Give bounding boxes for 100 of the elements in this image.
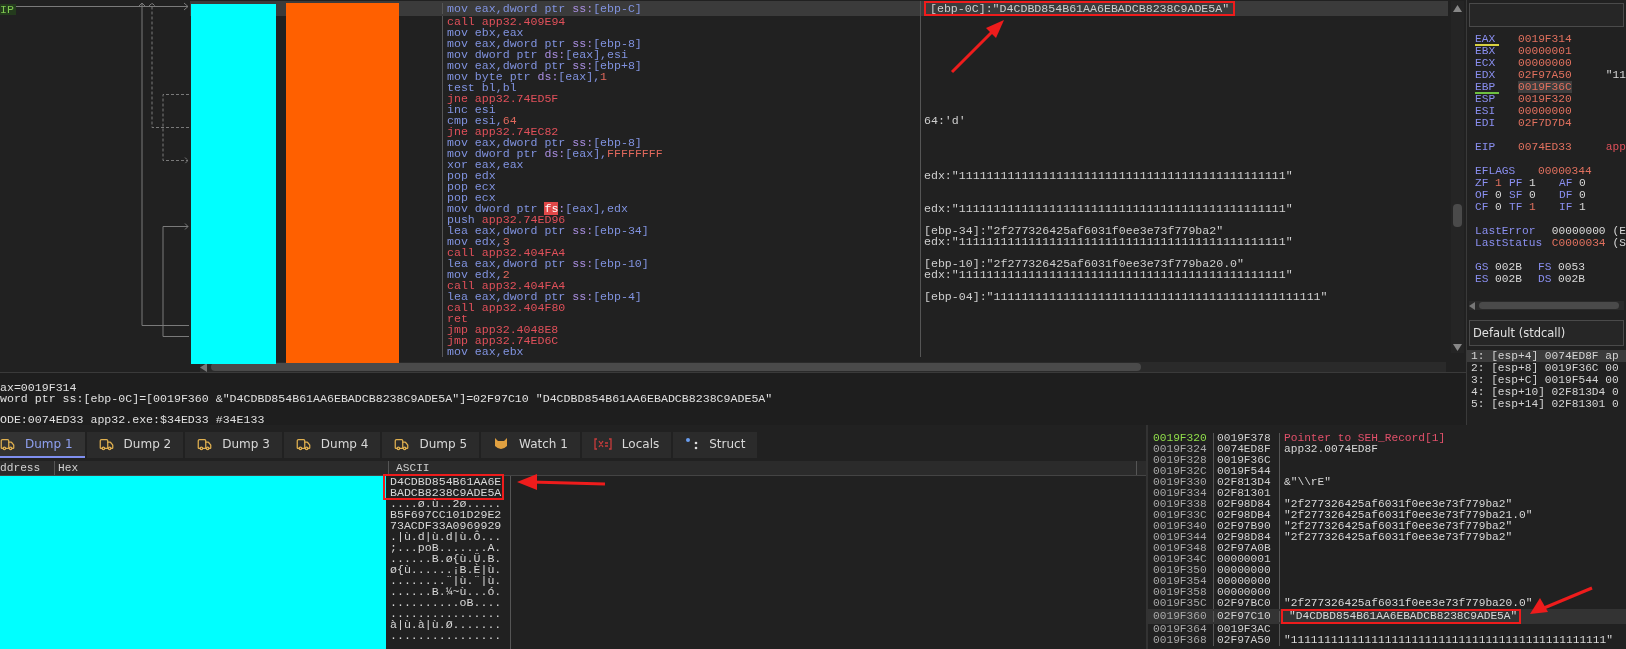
disassembly-row[interactable]: mov byte ptr ds:[eax],1 — [190, 71, 1448, 82]
stack-row[interactable]: 0019F32C 0019F544 — [1148, 466, 1626, 477]
disassembly-row[interactable]: mov edx,3 edx:"11111111111111111111111111111111111111111111111" — [190, 236, 1448, 247]
stack-row[interactable]: 0019F360 02F97C10 "D4CDBD854B61AA6EBADCB8238C9ADE5A" — [1148, 609, 1626, 624]
argument-row[interactable]: 4: [esp+10] 02F813D4 0 — [1467, 386, 1626, 398]
disassembly-row[interactable]: push app32.74ED96 — [190, 214, 1448, 225]
disassembly-row[interactable]: mov eax,dword ptr ss:[ebp-8] — [190, 137, 1448, 148]
dump-tab[interactable]: Dump 2 — [86, 432, 184, 458]
stack-row[interactable]: 0019F33C 02F98DB4 "2f277326425af6031f0ee3e73f779ba21.0" — [1148, 510, 1626, 521]
flag-value[interactable]: 1 — [1529, 201, 1536, 213]
stack-row[interactable]: 0019F338 02F98D84 "2f277326425af6031f0ee3e73f779ba2" — [1148, 499, 1626, 510]
scrollbar-thumb[interactable] — [211, 363, 1141, 371]
stack-row[interactable]: 0019F344 02F98D84 "2f277326425af6031f0ee3e73f779ba2" — [1148, 532, 1626, 543]
register-value[interactable]: 00000000 — [1518, 105, 1572, 117]
scroll-up-icon[interactable] — [1453, 5, 1462, 12]
argument-row[interactable]: 2: [esp+8] 0019F36C 00 — [1467, 362, 1626, 374]
flag-value[interactable]: 0 — [1495, 201, 1502, 213]
disassembly-row[interactable]: call app32.404F80 — [190, 302, 1448, 313]
dump-tab[interactable]: Dump 5 — [382, 432, 480, 458]
disassembly-row[interactable]: jmp app32.4048E8 — [190, 324, 1448, 335]
disassembly-row[interactable]: call app32.404FA4 — [190, 247, 1448, 258]
scrollbar-track[interactable] — [1469, 301, 1624, 310]
scrollbar-thumb[interactable] — [1479, 302, 1619, 309]
register-value[interactable]: 002B — [1495, 273, 1522, 285]
register-value[interactable]: C0000034 — [1551, 237, 1606, 249]
disassembly-row[interactable]: xor eax,eax — [190, 159, 1448, 170]
disassembly-row[interactable]: mov eax,ebx — [190, 346, 1448, 357]
stack-row[interactable]: 0019F348 02F97A0B — [1148, 543, 1626, 554]
disassembly-row[interactable]: call app32.404FA4 — [190, 280, 1448, 291]
disassembly-row[interactable]: jne app32.74EC82 — [190, 126, 1448, 137]
disassembly-row[interactable]: mov dword ptr fs:[eax],edx edx:"11111111111111111111111111111111111111111111111" — [190, 203, 1448, 214]
disassembly-row[interactable]: ret — [190, 313, 1448, 324]
dump-tab[interactable]: Dump 1 — [0, 432, 85, 458]
register-value[interactable]: 00000001 — [1518, 45, 1572, 57]
flag-value[interactable]: 0 — [1579, 189, 1586, 201]
column-header[interactable]: ddress — [0, 461, 55, 475]
argument-row[interactable]: 3: [esp+C] 0019F544 00 — [1467, 374, 1626, 386]
register-value[interactable]: 00000000 — [1551, 225, 1606, 237]
scrollbar-thumb[interactable] — [1453, 204, 1462, 227]
stack-row[interactable]: 0019F354 00000000 — [1148, 576, 1626, 587]
flag-value[interactable]: 1 — [1579, 201, 1586, 213]
column-header[interactable]: Hex — [55, 461, 389, 475]
disassembly-row[interactable]: lea eax,dword ptr ss:[ebp-4] [ebp-04]:"11111111111111111111111111111111111111111111111" — [190, 291, 1448, 302]
disassembly-row[interactable]: lea eax,dword ptr ss:[ebp-34] [ebp-34]:"2f277326425af6031f0ee3e73f779ba2" — [190, 225, 1448, 236]
stack-row[interactable]: 0019F364 0019F3AC — [1148, 624, 1626, 635]
instruction-text: mov edx,2 — [447, 268, 510, 281]
scroll-down-icon[interactable] — [1453, 344, 1462, 351]
register-value[interactable]: 02F7D7D4 — [1518, 117, 1572, 129]
register-value[interactable]: 00000000 — [1518, 57, 1572, 69]
stack-row[interactable]: 0019F358 00000000 — [1148, 587, 1626, 598]
flag-value[interactable]: 1 — [1529, 177, 1536, 189]
flag-value[interactable]: 0 — [1529, 189, 1536, 201]
calling-convention-header[interactable]: Default (stdcall) — [1469, 320, 1624, 346]
argument-row[interactable]: 1: [esp+4] 0074ED8F ap — [1467, 350, 1626, 362]
scroll-left-icon[interactable] — [200, 362, 207, 372]
stack-row[interactable]: 0019F334 02F81301 — [1148, 488, 1626, 499]
flag-value[interactable]: 0 — [1495, 189, 1502, 201]
register-value[interactable]: 0053 — [1558, 261, 1585, 273]
argument-row[interactable]: 5: [esp+14] 02F81301 0 — [1467, 398, 1626, 410]
register-value[interactable]: 00000344 — [1538, 165, 1592, 177]
flag-value[interactable]: 0 — [1579, 177, 1586, 189]
dump-tab[interactable]: Watch 1 — [481, 432, 580, 458]
stack-row[interactable]: 0019F330 02F813D4 &"\\rE" — [1148, 477, 1626, 488]
dump-tab[interactable]: Struct — [673, 432, 758, 458]
disassembly-row[interactable]: cmp esi,64 64:'d' — [190, 115, 1448, 126]
instruction-text: jmp app32.4048E8 — [447, 323, 559, 336]
comment-text: 64:'d' — [924, 115, 966, 126]
dump-tab[interactable]: Locals — [581, 432, 672, 458]
stack-row[interactable]: 0019F324 0074ED8F app32.0074ED8F — [1148, 444, 1626, 455]
dump-tab[interactable]: Dump 3 — [185, 432, 282, 458]
stack-row[interactable]: 0019F368 02F97A50 "11111111111111111111111111111111111111111111111" — [1148, 635, 1626, 646]
flag-value[interactable]: 1 — [1495, 177, 1502, 189]
dump-tab[interactable]: Dump 4 — [283, 432, 381, 458]
stack-row[interactable]: 0019F34C 00000001 — [1148, 554, 1626, 565]
register-value[interactable]: 0019F314 — [1518, 33, 1572, 45]
register-value[interactable]: 02F97A50 — [1518, 69, 1572, 81]
stack-comment: "2f277326425af6031f0ee3e73f779ba2" — [1283, 521, 1514, 532]
register-value[interactable]: 002B — [1495, 261, 1522, 273]
scrollbar-track[interactable] — [1451, 1, 1464, 353]
stack-row[interactable]: 0019F350 00000000 — [1148, 565, 1626, 576]
disassembly-row[interactable]: inc esi — [190, 104, 1448, 115]
disassembly-row[interactable]: mov eax,dword ptr ss:[ebp-8] — [190, 38, 1448, 49]
disassembly-row[interactable]: jmp app32.74ED6C — [190, 335, 1448, 346]
disassembly-row[interactable]: pop edx edx:"11111111111111111111111111111111111111111111111" — [190, 170, 1448, 181]
disassembly-row[interactable]: test bl,bl — [190, 82, 1448, 93]
register-note: (S — [1612, 237, 1626, 249]
disassembly-row[interactable]: lea eax,dword ptr ss:[ebp-10] [ebp-10]:"2f277326425af6031f0ee3e73f779ba20.0" — [190, 258, 1448, 269]
disassembly-row[interactable]: pop ecx — [190, 181, 1448, 192]
disassembly-row[interactable]: mov edx,2 edx:"11111111111111111111111111111111111111111111111" — [190, 269, 1448, 280]
disassembly-row[interactable]: mov eax,dword ptr ss:[ebp+8] — [190, 60, 1448, 71]
disassembly-row[interactable]: mov dword ptr ds:[eax],esi — [190, 49, 1448, 60]
stack-row[interactable]: 0019F328 0019F36C — [1148, 455, 1626, 466]
register-value[interactable]: 0019F320 — [1518, 93, 1572, 105]
stack-row[interactable]: 0019F320 0019F378 Pointer to SEH_Record[1] — [1148, 433, 1626, 444]
stack-row[interactable]: 0019F340 02F97B90 "2f277326425af6031f0ee3e73f779ba2" — [1148, 521, 1626, 532]
scrollbar-track[interactable] — [200, 362, 1446, 372]
disassembly-row[interactable]: jne app32.74ED5F — [190, 93, 1448, 104]
register-value[interactable]: 0074ED33 — [1518, 141, 1572, 153]
register-value[interactable]: 002B — [1558, 273, 1585, 285]
disassembly-row[interactable]: mov dword ptr ds:[eax],FFFFFFFF — [190, 148, 1448, 159]
